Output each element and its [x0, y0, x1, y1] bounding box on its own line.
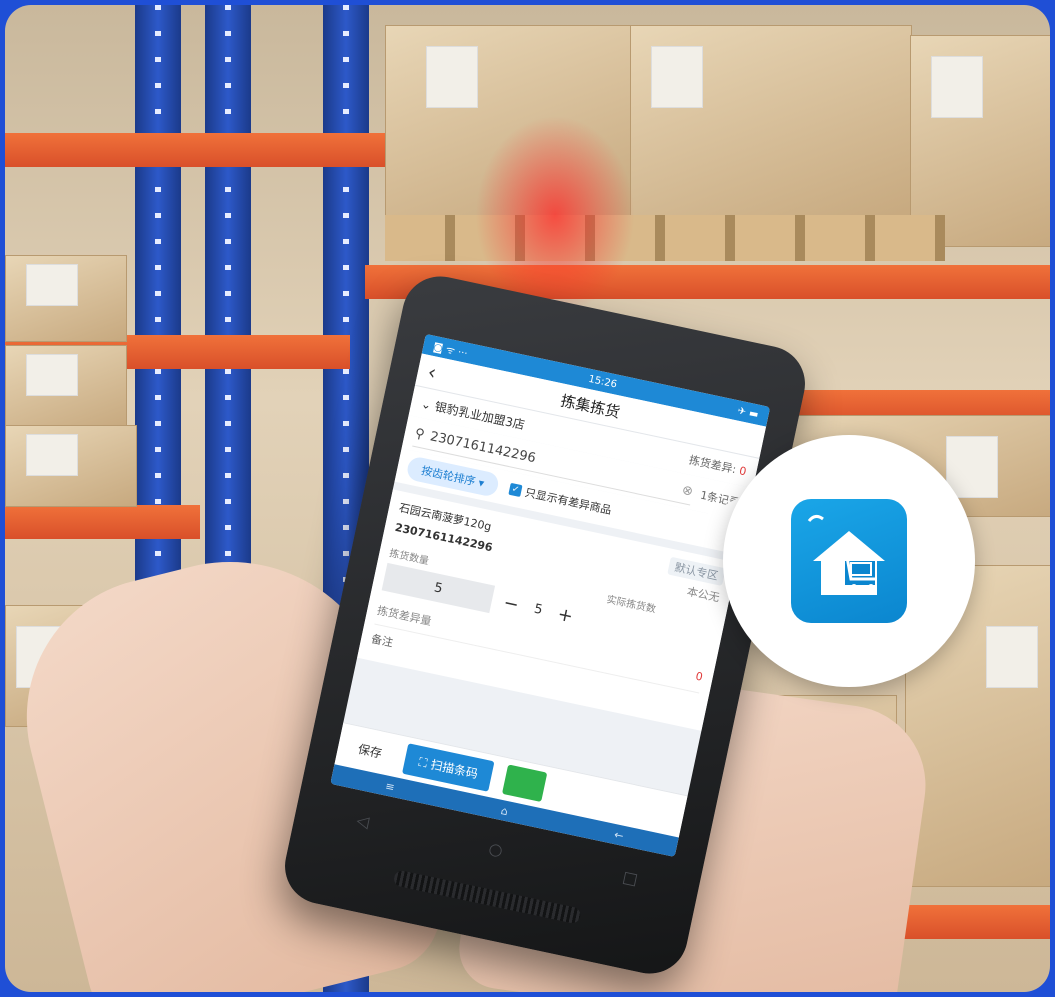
store-cart-icon — [791, 499, 907, 623]
battery-icon: ✈ ▬ — [736, 405, 760, 421]
hw-recent-icon[interactable]: □ — [621, 867, 640, 889]
remark-label: 备注 — [370, 632, 395, 650]
scan-label: 扫描条码 — [429, 756, 480, 781]
diff-qty-value: 0 — [694, 669, 704, 684]
rack-beam — [5, 505, 200, 539]
carton — [630, 25, 912, 217]
pallet — [385, 215, 945, 261]
search-icon: ⚲ — [413, 425, 426, 443]
confirm-button[interactable] — [502, 764, 548, 803]
hw-home-icon[interactable]: ○ — [487, 838, 505, 859]
photo-frame: ◙ ᯤ ··· 15:26 ✈ ▬ ‹ 拣集拣货 ⌄ 银豹乳业加盟3店 拣货差异… — [5, 5, 1050, 992]
carton — [5, 255, 127, 342]
save-button[interactable]: 保存 — [347, 737, 394, 763]
rack-beam — [885, 905, 1050, 939]
hw-back-icon[interactable]: ◁ — [355, 810, 371, 831]
back-icon[interactable]: ← — [613, 828, 625, 843]
actual-qty-input[interactable]: 5 — [533, 601, 544, 617]
menu-icon[interactable]: ≡ — [384, 779, 396, 794]
minus-button[interactable]: − — [502, 592, 521, 616]
checkbox-checked-icon: ✓ — [508, 482, 523, 498]
scan-light — [475, 115, 635, 315]
item-location: 本公无 — [685, 584, 721, 605]
carton — [5, 425, 137, 507]
diff-label: 拣货差异: — [687, 453, 738, 477]
speaker-grille — [392, 869, 582, 925]
status-time: 15:26 — [587, 373, 618, 391]
carton — [5, 345, 127, 427]
home-icon[interactable]: ⌂ — [500, 804, 510, 818]
app-screen: ◙ ᯤ ··· 15:26 ✈ ▬ ‹ 拣集拣货 ⌄ 银豹乳业加盟3店 拣货差异… — [330, 333, 771, 858]
diff-value: 0 — [738, 464, 748, 479]
quantity-stepper: − 5 + — [502, 592, 575, 627]
diff-qty-label: 拣货差异量 — [376, 603, 433, 629]
plus-button[interactable]: + — [556, 603, 575, 627]
